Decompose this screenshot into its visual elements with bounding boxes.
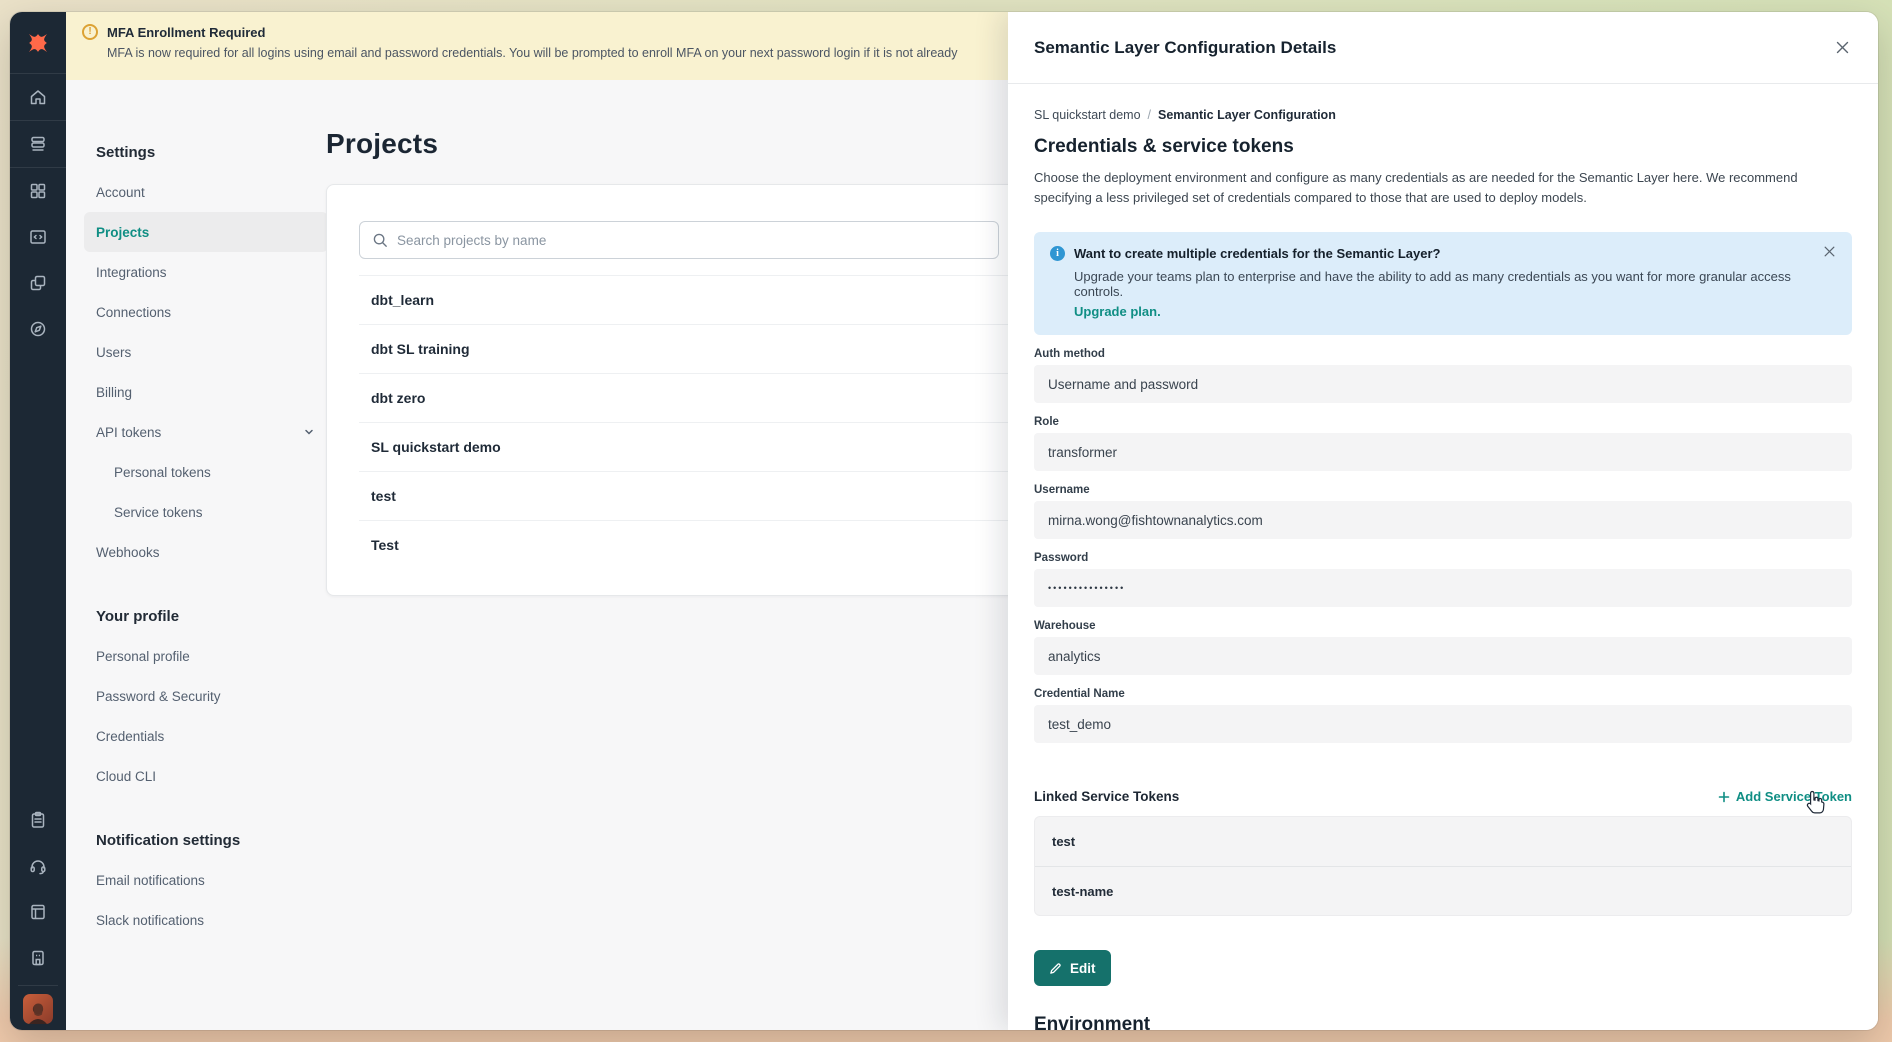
breadcrumb-current: Semantic Layer Configuration xyxy=(1158,108,1336,122)
breadcrumb-project[interactable]: SL quickstart demo xyxy=(1034,108,1141,122)
close-icon[interactable] xyxy=(1835,40,1850,55)
project-row[interactable]: dbt_learn xyxy=(359,275,1069,324)
info-icon: i xyxy=(1050,246,1065,261)
service-token-row[interactable]: test xyxy=(1035,817,1851,866)
info-banner-title: Want to create multiple credentials for … xyxy=(1074,246,1441,261)
explore-compass-icon[interactable] xyxy=(10,306,66,352)
avatar-portrait xyxy=(25,1000,51,1024)
dashboard-icon[interactable] xyxy=(10,168,66,214)
sidebar-item-integrations[interactable]: Integrations xyxy=(84,252,328,292)
settings-nav-heading: Settings xyxy=(84,132,328,172)
warning-icon: ! xyxy=(82,24,98,40)
sidebar-item-users[interactable]: Users xyxy=(84,332,328,372)
sidebar-item-account[interactable]: Account xyxy=(84,172,328,212)
panel-title: Semantic Layer Configuration Details xyxy=(1034,38,1336,58)
sidebar-item-personal-profile[interactable]: Personal profile xyxy=(84,636,328,676)
docs-book-icon[interactable] xyxy=(10,889,66,935)
sidebar-item-personal-tokens[interactable]: Personal tokens xyxy=(84,452,328,492)
projects-card: dbt_learn dbt SL training dbt zero SL qu… xyxy=(326,184,1126,596)
left-rail xyxy=(10,12,66,1030)
sidebar-item-billing[interactable]: Billing xyxy=(84,372,328,412)
plus-icon xyxy=(1718,791,1730,803)
upgrade-info-banner: i Want to create multiple credentials fo… xyxy=(1034,232,1852,335)
info-banner-body: Upgrade your teams plan to enterprise an… xyxy=(1074,269,1834,299)
semantic-layer-panel: Semantic Layer Configuration Details SL … xyxy=(1008,12,1878,1030)
credential-name-input[interactable]: test_demo xyxy=(1034,705,1852,743)
page-title: Projects xyxy=(326,128,1126,160)
panel-body: SL quickstart demo/Semantic Layer Config… xyxy=(1008,84,1878,1030)
upgrade-plan-link[interactable]: Upgrade plan. xyxy=(1074,304,1161,319)
project-row[interactable]: test xyxy=(359,471,1069,520)
warehouse-input[interactable]: analytics xyxy=(1034,637,1852,675)
sidebar-item-api-tokens[interactable]: API tokens xyxy=(84,412,328,452)
pencil-icon xyxy=(1049,962,1062,975)
settings-nav: Settings Account Projects Integrations C… xyxy=(84,132,328,940)
linked-tokens-title: Linked Service Tokens xyxy=(1034,789,1179,804)
add-service-token-button[interactable]: Add Service Token xyxy=(1718,789,1852,804)
edit-button[interactable]: Edit xyxy=(1034,950,1111,986)
home-icon[interactable] xyxy=(10,74,66,120)
project-row[interactable]: dbt zero xyxy=(359,373,1069,422)
dbt-logo-icon xyxy=(25,30,51,56)
section-description: Choose the deployment environment and co… xyxy=(1034,168,1842,208)
chevron-down-icon xyxy=(302,425,316,439)
role-input[interactable]: transformer xyxy=(1034,433,1852,471)
sidebar-item-projects[interactable]: Projects xyxy=(84,212,328,252)
field-credential-name: Credential Name test_demo xyxy=(1034,688,1852,743)
app-window: ! MFA Enrollment Required MFA is now req… xyxy=(10,12,1878,1030)
service-token-row[interactable]: test-name xyxy=(1035,866,1851,915)
project-search[interactable] xyxy=(359,221,999,259)
password-input[interactable]: ••••••••••••••• xyxy=(1034,569,1852,607)
profile-nav-heading: Your profile xyxy=(84,596,328,636)
field-password: Password ••••••••••••••• xyxy=(1034,552,1852,607)
notification-nav-heading: Notification settings xyxy=(84,820,328,860)
main-content: ! MFA Enrollment Required MFA is now req… xyxy=(66,12,1878,1030)
sidebar-item-slack-notifications[interactable]: Slack notifications xyxy=(84,900,328,940)
breadcrumb: SL quickstart demo/Semantic Layer Config… xyxy=(1034,108,1852,122)
ide-code-icon[interactable] xyxy=(10,214,66,260)
username-input[interactable]: mirna.wong@fishtownanalytics.com xyxy=(1034,501,1852,539)
project-list: dbt_learn dbt SL training dbt zero SL qu… xyxy=(359,275,1069,569)
project-row[interactable]: Test xyxy=(359,520,1069,569)
field-role: Role transformer xyxy=(1034,416,1852,471)
sidebar-item-credentials[interactable]: Credentials xyxy=(84,716,328,756)
clipboard-icon[interactable] xyxy=(10,797,66,843)
project-row[interactable]: dbt SL training xyxy=(359,324,1069,373)
user-avatar[interactable] xyxy=(23,994,53,1024)
service-token-list: test test-name xyxy=(1034,816,1852,916)
search-icon xyxy=(372,232,388,248)
auth-method-input[interactable]: Username and password xyxy=(1034,365,1852,403)
dbt-logo[interactable] xyxy=(10,12,66,74)
sidebar-item-password-security[interactable]: Password & Security xyxy=(84,676,328,716)
field-auth-method: Auth method Username and password xyxy=(1034,348,1852,403)
field-warehouse: Warehouse analytics xyxy=(1034,620,1852,675)
support-headset-icon[interactable] xyxy=(10,843,66,889)
search-input[interactable] xyxy=(397,233,986,248)
sidebar-item-webhooks[interactable]: Webhooks xyxy=(84,532,328,572)
workspace-icon[interactable] xyxy=(10,935,66,981)
environment-title: Environment xyxy=(1034,1014,1852,1030)
deploy-icon[interactable] xyxy=(10,121,66,167)
project-row[interactable]: SL quickstart demo xyxy=(359,422,1069,471)
projects-section: Projects dbt_learn dbt SL training dbt z… xyxy=(326,128,1126,596)
panel-header: Semantic Layer Configuration Details xyxy=(1008,12,1878,84)
sidebar-item-connections[interactable]: Connections xyxy=(84,292,328,332)
info-close-icon[interactable] xyxy=(1823,245,1836,258)
section-title: Credentials & service tokens xyxy=(1034,136,1852,158)
mfa-banner-title: MFA Enrollment Required xyxy=(107,25,265,40)
sidebar-item-service-tokens[interactable]: Service tokens xyxy=(84,492,328,532)
field-username: Username mirna.wong@fishtownanalytics.co… xyxy=(1034,484,1852,539)
sidebar-item-cloud-cli[interactable]: Cloud CLI xyxy=(84,756,328,796)
sidebar-item-email-notifications[interactable]: Email notifications xyxy=(84,860,328,900)
linked-tokens-header: Linked Service Tokens Add Service Token xyxy=(1034,789,1852,804)
branch-copies-icon[interactable] xyxy=(10,260,66,306)
